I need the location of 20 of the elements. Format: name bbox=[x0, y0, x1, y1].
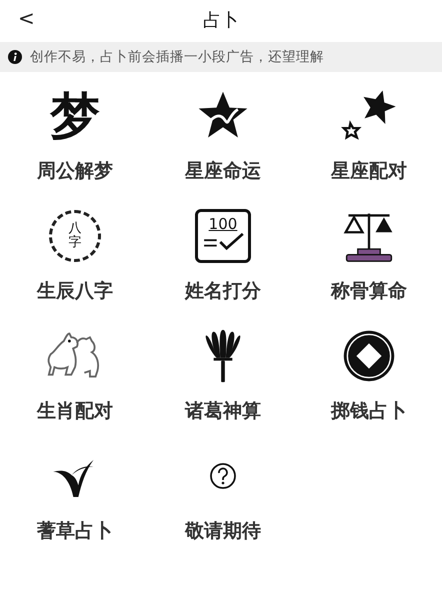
character-icon: 梦 bbox=[50, 88, 100, 144]
notice-text: 创作不易，占卜前会插播一小段广告，还望理解 bbox=[30, 48, 324, 66]
back-button[interactable]: < bbox=[12, 4, 41, 32]
menu-item[interactable]: 诸葛神算 bbox=[150, 322, 296, 442]
page-title: 占卜 bbox=[203, 9, 239, 32]
menu-item[interactable]: 生肖配对 bbox=[0, 322, 150, 442]
coin-icon bbox=[342, 329, 396, 383]
menu-item[interactable]: 100 姓名打分 bbox=[150, 202, 296, 322]
menu-item[interactable]: 称骨算命 bbox=[296, 202, 442, 322]
seal-icon: 八字 bbox=[49, 210, 101, 262]
menu-item[interactable]: 星座配对 bbox=[296, 82, 442, 202]
menu-item[interactable]: 八字 生辰八字 bbox=[0, 202, 150, 322]
score-card-icon: 100 bbox=[195, 209, 251, 263]
menu-item[interactable]: 掷钱占卜 bbox=[296, 322, 442, 442]
menu-item[interactable]: 星座命运 bbox=[150, 82, 296, 202]
question-icon bbox=[208, 461, 238, 491]
menu-item[interactable]: 蓍草占卜 bbox=[0, 442, 150, 562]
menu-item[interactable]: 梦 周公解梦 bbox=[0, 82, 150, 202]
menu-item[interactable]: 敬请期待 bbox=[150, 442, 296, 562]
info-icon bbox=[8, 50, 22, 64]
